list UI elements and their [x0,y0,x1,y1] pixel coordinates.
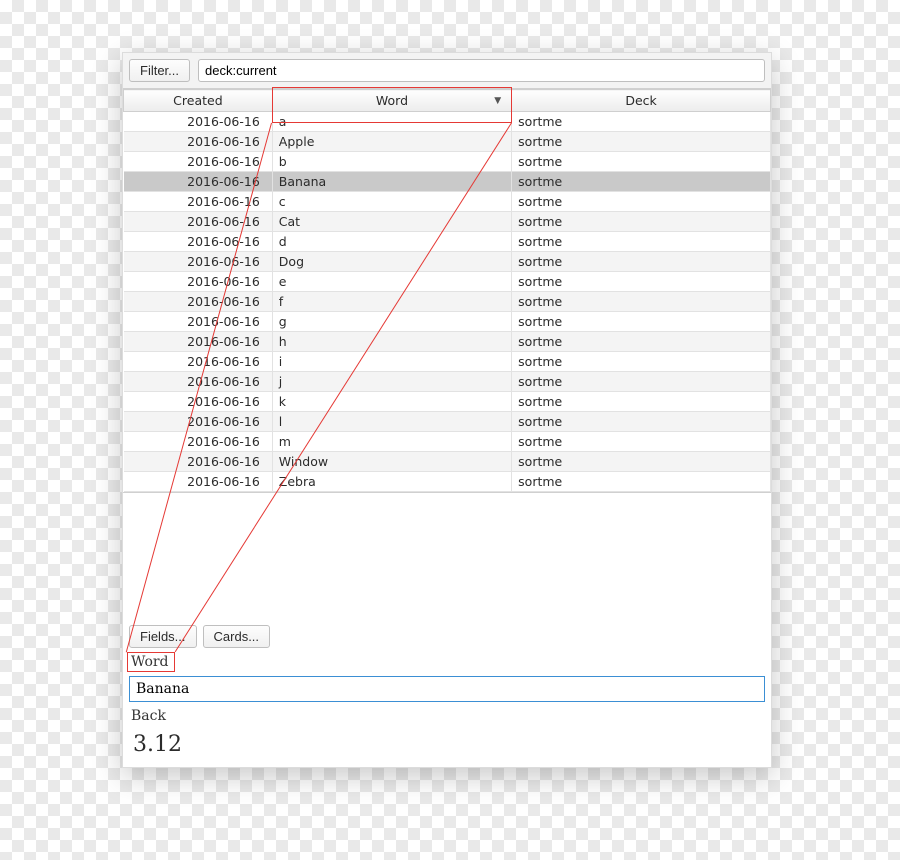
cell-word: g [272,312,511,332]
cell-created: 2016-06-16 [124,432,273,452]
cell-created: 2016-06-16 [124,332,273,352]
table-row[interactable]: 2016-06-16Zebrasortme [124,472,771,492]
table-row[interactable]: 2016-06-16esortme [124,272,771,292]
table-row[interactable]: 2016-06-16jsortme [124,372,771,392]
cell-word: d [272,232,511,252]
cell-created: 2016-06-16 [124,312,273,332]
cell-word: m [272,432,511,452]
cell-deck: sortme [512,132,771,152]
cell-deck: sortme [512,472,771,492]
cell-word: j [272,372,511,392]
cell-word: Window [272,452,511,472]
cards-button[interactable]: Cards... [203,625,271,648]
column-header-deck[interactable]: Deck [512,90,771,112]
cell-deck: sortme [512,312,771,332]
column-header-word[interactable]: Word ▼ [272,90,511,112]
fields-button[interactable]: Fields... [129,625,197,648]
table-row[interactable]: 2016-06-16Applesortme [124,132,771,152]
sort-indicator-icon: ▼ [494,96,501,106]
cell-deck: sortme [512,152,771,172]
field-label-word: Word [129,654,765,670]
cell-created: 2016-06-16 [124,252,273,272]
cell-created: 2016-06-16 [124,192,273,212]
cell-deck: sortme [512,232,771,252]
column-header-word-label: Word [376,93,408,108]
cell-created: 2016-06-16 [124,152,273,172]
cell-created: 2016-06-16 [124,412,273,432]
topbar: Filter... [123,53,771,88]
cell-word: f [272,292,511,312]
cell-deck: sortme [512,192,771,212]
table-row[interactable]: 2016-06-16hsortme [124,332,771,352]
cell-created: 2016-06-16 [124,472,273,492]
table-row[interactable]: 2016-06-16Bananasortme [124,172,771,192]
cell-word: e [272,272,511,292]
cell-deck: sortme [512,272,771,292]
cell-created: 2016-06-16 [124,352,273,372]
cell-deck: sortme [512,172,771,192]
cell-deck: sortme [512,292,771,312]
cell-deck: sortme [512,112,771,132]
column-header-created[interactable]: Created [124,90,273,112]
cell-deck: sortme [512,332,771,352]
card-table: Created Word ▼ Deck 2016-06-16asortme201… [123,88,771,493]
cell-word: Dog [272,252,511,272]
filter-button[interactable]: Filter... [129,59,190,82]
cell-word: Apple [272,132,511,152]
cell-created: 2016-06-16 [124,392,273,412]
cell-created: 2016-06-16 [124,112,273,132]
cell-created: 2016-06-16 [124,452,273,472]
cell-deck: sortme [512,352,771,372]
table-row[interactable]: 2016-06-16Dogsortme [124,252,771,272]
cell-deck: sortme [512,392,771,412]
cell-deck: sortme [512,212,771,232]
cell-created: 2016-06-16 [124,132,273,152]
table-row[interactable]: 2016-06-16asortme [124,112,771,132]
cell-word: Banana [272,172,511,192]
search-input[interactable] [198,59,765,82]
table-row[interactable]: 2016-06-16ksortme [124,392,771,412]
cell-word: k [272,392,511,412]
field-label-back: Back [129,708,765,724]
cell-word: Zebra [272,472,511,492]
table-row[interactable]: 2016-06-16dsortme [124,232,771,252]
cell-word: c [272,192,511,212]
cell-deck: sortme [512,372,771,392]
cell-created: 2016-06-16 [124,272,273,292]
table-row[interactable]: 2016-06-16bsortme [124,152,771,172]
cell-deck: sortme [512,252,771,272]
field-input-word[interactable] [129,676,765,702]
field-value-back[interactable]: 3.12 [129,730,765,759]
cell-word: a [272,112,511,132]
table-row[interactable]: 2016-06-16csortme [124,192,771,212]
cell-created: 2016-06-16 [124,232,273,252]
table-row[interactable]: 2016-06-16gsortme [124,312,771,332]
editor-panel: Fields... Cards... Word Back 3.12 [123,619,771,767]
table-row[interactable]: 2016-06-16Catsortme [124,212,771,232]
cell-deck: sortme [512,452,771,472]
cell-created: 2016-06-16 [124,212,273,232]
cell-word: i [272,352,511,372]
cell-created: 2016-06-16 [124,172,273,192]
table-row[interactable]: 2016-06-16msortme [124,432,771,452]
cell-created: 2016-06-16 [124,292,273,312]
table-row[interactable]: 2016-06-16lsortme [124,412,771,432]
cell-created: 2016-06-16 [124,372,273,392]
cell-deck: sortme [512,412,771,432]
cell-word: l [272,412,511,432]
table-row[interactable]: 2016-06-16fsortme [124,292,771,312]
cell-word: Cat [272,212,511,232]
browser-window: Filter... Created Word ▼ Deck 2016-06-16… [122,52,772,768]
cell-word: h [272,332,511,352]
cell-word: b [272,152,511,172]
table-row[interactable]: 2016-06-16isortme [124,352,771,372]
table-row[interactable]: 2016-06-16Windowsortme [124,452,771,472]
cell-deck: sortme [512,432,771,452]
